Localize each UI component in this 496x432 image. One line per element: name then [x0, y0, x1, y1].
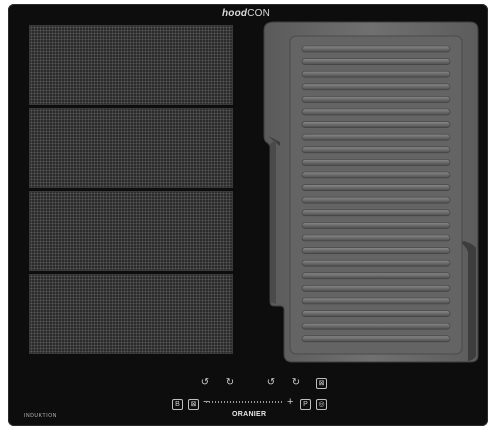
timer-icon-zone-2[interactable]: ↻: [224, 378, 236, 388]
grill-rib: [301, 96, 451, 103]
grill-rib: [301, 272, 451, 280]
timer-icon-zone-4[interactable]: ↻: [290, 378, 302, 388]
grill-rib: [301, 247, 451, 254]
flex-icon[interactable]: ⊠: [188, 399, 199, 410]
grill-rib: [301, 234, 451, 242]
grill-rib: [301, 259, 451, 267]
grill-rib: [301, 159, 451, 166]
grill-plate: [262, 20, 480, 364]
grill-rib: [301, 285, 451, 292]
grill-rib: [301, 335, 451, 343]
bridge-icon[interactable]: B: [172, 399, 183, 410]
grill-rib: [301, 297, 451, 305]
flex-zone-area: [29, 25, 233, 357]
grill-plate-svg: [263, 21, 479, 363]
grill-rib: [301, 171, 451, 179]
grill-rib: [301, 209, 451, 217]
lock-icon[interactable]: ⊠: [316, 378, 327, 389]
brand-oranier: ORANIER: [232, 411, 267, 418]
cooking-zone-4[interactable]: [29, 274, 233, 354]
grill-rib: [301, 83, 451, 91]
grill-rib: [301, 196, 451, 204]
grill-rib: [301, 58, 451, 65]
grill-rib: [301, 222, 451, 229]
plus-button[interactable]: +: [287, 397, 293, 408]
cooking-zone-3[interactable]: [29, 191, 233, 271]
cooking-zone-2[interactable]: [29, 108, 233, 188]
grill-rib: [301, 45, 451, 53]
grill-rib: [301, 121, 451, 128]
power-slider[interactable]: [206, 401, 282, 403]
grill-rib: [301, 146, 451, 154]
induktion-label: INDUKTION: [24, 413, 57, 419]
grill-rib: [301, 310, 451, 317]
keep-warm-icon[interactable]: ◎: [316, 399, 327, 410]
timer-icon-zone-1[interactable]: ↺: [199, 378, 211, 388]
grill-rib: [301, 70, 451, 78]
brand-hoodcon: hoodCON: [222, 8, 271, 19]
grill-rib: [301, 322, 451, 330]
timer-icon-zone-3[interactable]: ↺: [265, 378, 277, 388]
grill-rib: [301, 184, 451, 191]
boost-button[interactable]: P: [300, 399, 311, 410]
grill-rib: [301, 133, 451, 141]
cooking-zone-1[interactable]: [29, 25, 233, 105]
grill-rib: [301, 108, 451, 116]
